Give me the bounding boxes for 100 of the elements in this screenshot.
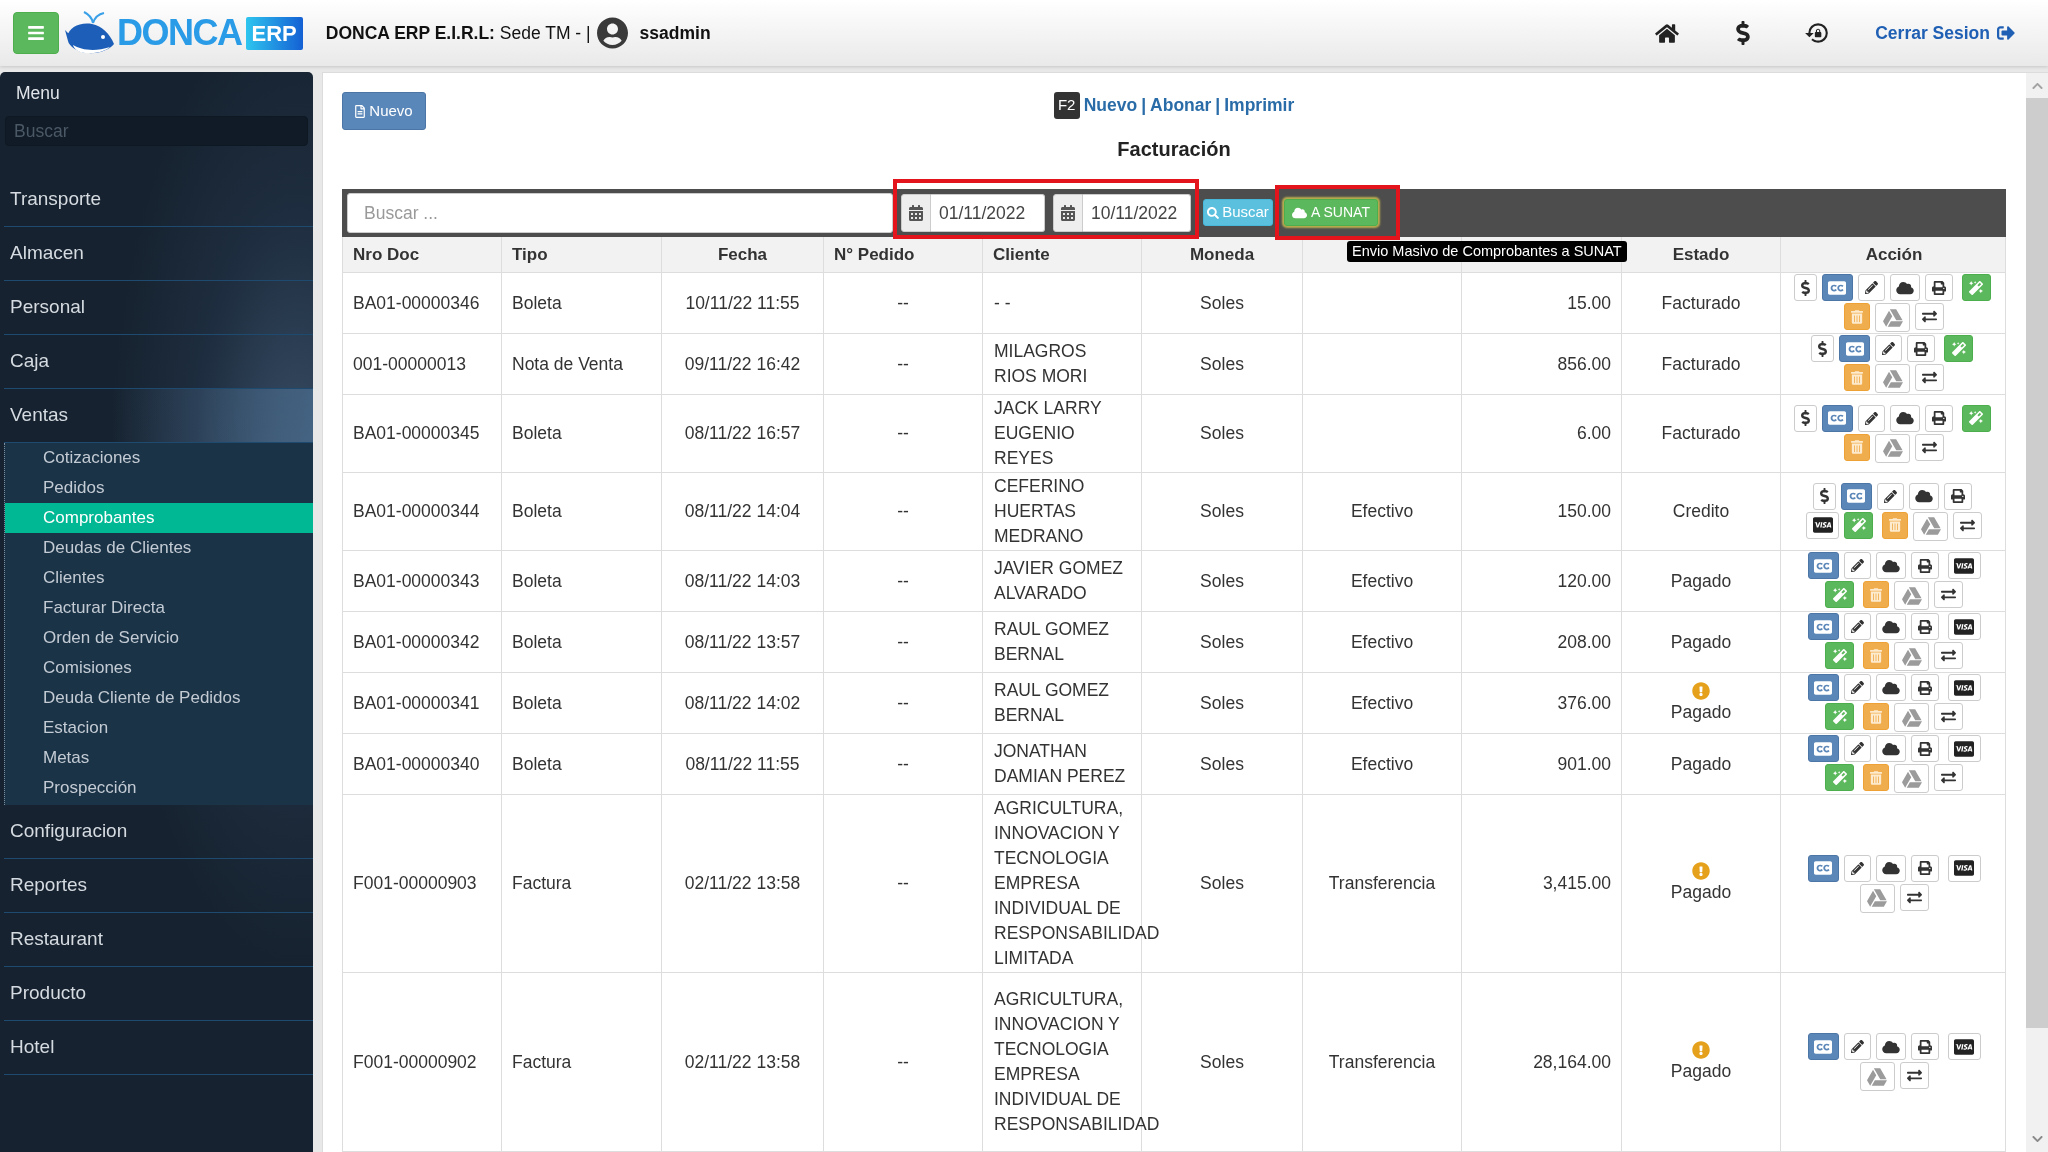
- print-button[interactable]: [1910, 674, 1939, 701]
- cloud-button[interactable]: [1875, 674, 1906, 701]
- submenu-item[interactable]: Clientes: [5, 563, 313, 593]
- dollar-button[interactable]: [1793, 404, 1817, 432]
- visa-button[interactable]: [1806, 511, 1839, 539]
- submenu-item[interactable]: Facturar Directa: [5, 593, 313, 623]
- cloud-button[interactable]: [1889, 404, 1920, 432]
- print-button[interactable]: [1910, 735, 1939, 762]
- swap-button[interactable]: [1934, 642, 1963, 669]
- caption-button[interactable]: [1807, 735, 1839, 762]
- edit-button[interactable]: [1843, 552, 1871, 579]
- scroll-down-icon[interactable]: [2031, 1133, 2043, 1145]
- swap-button[interactable]: [1915, 303, 1944, 330]
- swap-button[interactable]: [1953, 511, 1982, 539]
- cloud-button[interactable]: [1889, 274, 1920, 301]
- swap-button[interactable]: [1899, 1062, 1929, 1089]
- visa-button[interactable]: [1947, 735, 1981, 762]
- home-icon[interactable]: [1655, 22, 1680, 44]
- edit-button[interactable]: [1843, 613, 1871, 640]
- menu-item[interactable]: Restaurant: [4, 913, 313, 967]
- cloud-button[interactable]: [1875, 854, 1906, 882]
- print-button[interactable]: [1910, 1033, 1939, 1060]
- edit-button[interactable]: [1843, 854, 1871, 882]
- swap-button[interactable]: [1915, 364, 1944, 391]
- menu-item[interactable]: Almacen: [4, 227, 313, 281]
- dollar-button[interactable]: [1812, 482, 1836, 510]
- lock-reset-icon[interactable]: [1804, 20, 1831, 46]
- visa-button[interactable]: [1947, 552, 1981, 579]
- wand-button[interactable]: [1961, 404, 1991, 432]
- menu-item[interactable]: Personal: [4, 281, 313, 335]
- cloud-button[interactable]: [1875, 613, 1906, 640]
- cloud-button[interactable]: [1875, 1033, 1906, 1060]
- shortcut-link[interactable]: Imprimir: [1224, 92, 1295, 119]
- cloud-button[interactable]: [1875, 735, 1906, 762]
- edit-button[interactable]: [1875, 335, 1902, 362]
- print-button[interactable]: [1943, 482, 1972, 510]
- edit-button[interactable]: [1843, 1033, 1871, 1060]
- print-button[interactable]: [1910, 854, 1939, 882]
- submenu-item[interactable]: Orden de Servicio: [5, 623, 313, 653]
- wand-button[interactable]: [1961, 274, 1991, 301]
- submenu-item[interactable]: Cotizaciones: [5, 443, 313, 473]
- menu-item[interactable]: Caja: [4, 335, 313, 389]
- caption-button[interactable]: [1807, 613, 1839, 640]
- print-button[interactable]: [1924, 404, 1953, 432]
- caption-button[interactable]: [1840, 482, 1872, 510]
- visa-button[interactable]: [1947, 1033, 1981, 1060]
- submenu-item[interactable]: Deuda Cliente de Pedidos: [5, 683, 313, 713]
- visa-button[interactable]: [1947, 613, 1981, 640]
- print-button[interactable]: [1910, 552, 1939, 579]
- shortcut-link[interactable]: Nuevo: [1083, 92, 1138, 119]
- submenu-item[interactable]: Comisiones: [5, 653, 313, 683]
- submenu-item[interactable]: Pedidos: [5, 473, 313, 503]
- submenu-item[interactable]: Metas: [5, 743, 313, 773]
- menu-item[interactable]: Producto: [4, 967, 313, 1021]
- cloud-button[interactable]: [1908, 482, 1939, 510]
- edit-button[interactable]: [1857, 404, 1885, 432]
- cloud-button[interactable]: [1875, 552, 1906, 579]
- menu-item[interactable]: Reportes: [4, 859, 313, 913]
- edit-button[interactable]: [1843, 735, 1871, 762]
- swap-button[interactable]: [1915, 433, 1944, 461]
- date-field[interactable]: 01/11/2022: [931, 194, 1045, 232]
- logout-link[interactable]: Cerrar Sesion: [1875, 19, 2015, 47]
- caption-button[interactable]: [1839, 335, 1870, 362]
- caption-button[interactable]: [1821, 404, 1853, 432]
- dollar-button[interactable]: [1793, 274, 1817, 301]
- print-button[interactable]: [1924, 274, 1953, 301]
- pencil-icon: [1850, 620, 1864, 633]
- caption-button[interactable]: [1807, 854, 1839, 882]
- submenu-item[interactable]: Prospección: [5, 773, 313, 803]
- cloud-icon: [1881, 558, 1900, 573]
- dollar-button[interactable]: [1811, 335, 1834, 362]
- shortcut-link[interactable]: Abonar: [1150, 92, 1212, 119]
- edit-button[interactable]: [1857, 274, 1885, 301]
- new-button[interactable]: Nuevo: [342, 92, 426, 130]
- caption-button[interactable]: [1821, 274, 1853, 301]
- edit-button[interactable]: [1843, 674, 1871, 701]
- swap-button[interactable]: [1934, 703, 1963, 730]
- menu-item[interactable]: Configuracion: [4, 805, 313, 859]
- caption-button[interactable]: [1807, 1033, 1839, 1060]
- swap-button[interactable]: [1899, 883, 1929, 911]
- menu-item[interactable]: Hotel: [4, 1021, 313, 1075]
- currency: Soles: [1200, 691, 1244, 715]
- submenu-item[interactable]: Deudas de Clientes: [5, 533, 313, 563]
- visa-button[interactable]: [1947, 674, 1981, 701]
- dollar-icon[interactable]: [1736, 21, 1751, 45]
- visa-button[interactable]: [1947, 854, 1981, 882]
- swap-button[interactable]: [1934, 764, 1963, 791]
- submenu-item[interactable]: Estacion: [5, 713, 313, 743]
- caption-button[interactable]: [1807, 674, 1839, 701]
- menu-item[interactable]: Transporte: [4, 173, 313, 227]
- date-field[interactable]: 10/11/2022: [1083, 194, 1191, 232]
- swap-button[interactable]: [1934, 581, 1963, 608]
- print-button[interactable]: [1910, 613, 1939, 640]
- menu-button[interactable]: [13, 12, 59, 54]
- print-button[interactable]: [1907, 335, 1935, 362]
- search-field[interactable]: Buscar: [5, 116, 308, 146]
- client-name: AGRICULTURA, INNOVACION Y TECNOLOGIA EMPRESA INDIVIDUAL DE RESPONSABILIDAD LIMITADA: [994, 797, 1160, 970]
- edit-button[interactable]: [1876, 482, 1904, 510]
- caption-button[interactable]: [1807, 552, 1839, 579]
- menu-item[interactable]: Ventas: [4, 389, 313, 443]
